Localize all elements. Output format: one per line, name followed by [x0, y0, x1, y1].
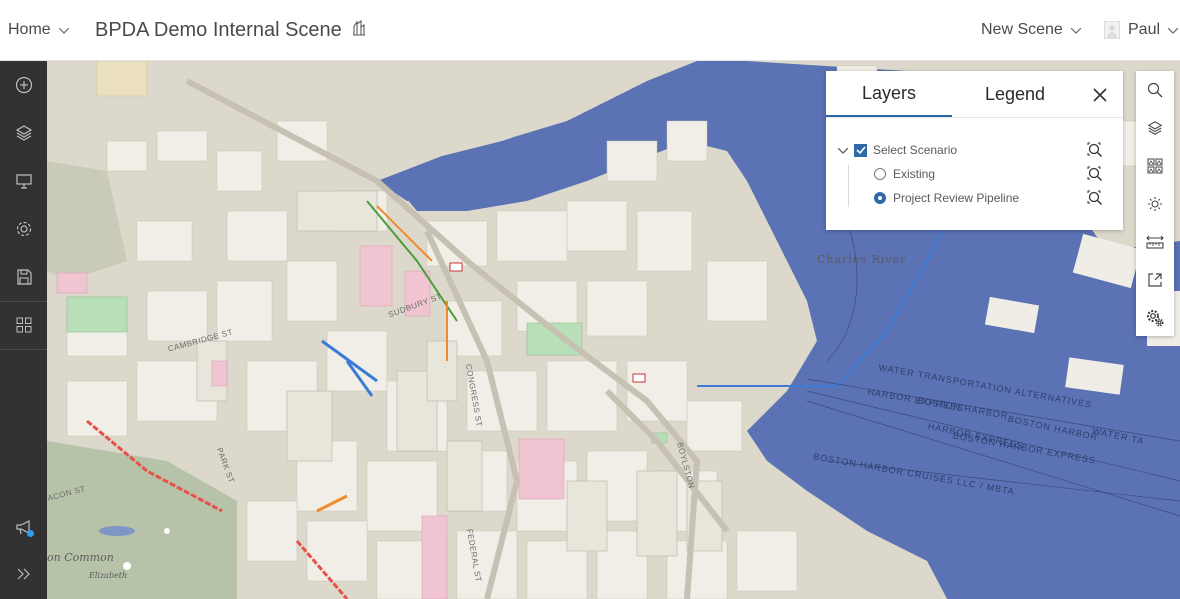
landmark-dot — [123, 562, 131, 570]
radio-existing[interactable] — [874, 168, 886, 180]
zoom-to-layer-button[interactable] — [1087, 190, 1103, 209]
add-button[interactable] — [0, 61, 47, 109]
tab-layers-label: Layers — [861, 82, 917, 103]
group-checkbox[interactable] — [854, 143, 867, 157]
home-label: Home — [8, 21, 51, 38]
station-marker — [449, 262, 463, 272]
presentation-button[interactable] — [0, 157, 47, 205]
tab-layers[interactable]: Layers — [826, 71, 952, 117]
zoom-to-icon — [1087, 190, 1103, 206]
basemap-gallery-button[interactable] — [1136, 147, 1174, 185]
group-label: Select Scenario — [873, 143, 958, 157]
close-panel-button[interactable] — [1088, 83, 1112, 107]
new-scene-dropdown[interactable]: New Scene — [981, 0, 1082, 60]
frog-pond — [99, 526, 135, 536]
charles-river-label: Charles River — [817, 253, 907, 266]
left-rail — [0, 61, 47, 599]
layer-group-row: Select Scenario — [837, 142, 1108, 161]
zoom-to-icon — [1087, 166, 1103, 182]
save-button[interactable] — [0, 253, 47, 301]
daylight-icon — [1148, 197, 1162, 211]
avatar — [1104, 21, 1120, 39]
expand-icon — [17, 568, 30, 580]
layer-list-button[interactable] — [1136, 109, 1174, 147]
search-button[interactable] — [1136, 71, 1174, 109]
user-name: Paul — [1128, 21, 1161, 38]
apps-grid-icon — [16, 317, 31, 333]
layers-panel: Layers Legend Select Scenario Existing P… — [826, 71, 1123, 230]
settings-button[interactable] — [0, 205, 47, 253]
share-button[interactable] — [1136, 261, 1174, 299]
share-icon — [1148, 273, 1162, 287]
layers-icon — [1147, 121, 1163, 135]
rail-divider — [0, 349, 47, 350]
settings-icon — [16, 221, 31, 237]
zoom-to-layer-button[interactable] — [1087, 142, 1103, 161]
measure-icon — [1146, 235, 1164, 249]
tab-legend[interactable]: Legend — [952, 71, 1078, 117]
scene-title-text: BPDA Demo Internal Scene — [95, 18, 342, 41]
settings-icon — [1147, 310, 1164, 327]
daylight-button[interactable] — [1136, 185, 1174, 223]
chevron-down-icon — [58, 21, 70, 39]
home-dropdown[interactable]: Home — [8, 0, 70, 60]
common-label: on Common — [47, 551, 114, 564]
elizabeth-label: Elizabeth — [89, 571, 128, 580]
option-label: Project Review Pipeline — [893, 191, 1020, 205]
chevron-down-icon[interactable] — [837, 143, 849, 157]
building-icon[interactable] — [352, 19, 366, 42]
scenario-option-existing[interactable]: Existing — [874, 166, 1108, 182]
zoom-to-layer-button[interactable] — [1087, 166, 1103, 185]
apps-button[interactable] — [0, 301, 47, 349]
tab-legend-label: Legend — [984, 83, 1046, 104]
zoom-to-icon — [1087, 142, 1103, 158]
add-icon — [15, 76, 32, 94]
notification-dot — [27, 530, 34, 537]
settings-button[interactable] — [1136, 299, 1174, 337]
announcements-button[interactable] — [0, 503, 47, 551]
tab-divider — [826, 117, 1123, 118]
chevron-down-icon — [1167, 21, 1179, 39]
tree-line — [848, 165, 849, 207]
layers-button[interactable] — [0, 109, 47, 157]
expand-rail-button[interactable] — [0, 550, 47, 598]
option-label: Existing — [893, 167, 936, 181]
save-icon — [16, 269, 32, 285]
radio-pipeline[interactable] — [874, 192, 886, 204]
station-marker — [632, 373, 646, 383]
basemap-gallery-icon — [1147, 158, 1163, 174]
presentation-icon — [15, 174, 32, 189]
right-toolbar — [1136, 71, 1174, 336]
landmark-dot — [164, 528, 170, 534]
checkmark-icon — [855, 146, 866, 154]
close-icon — [1093, 88, 1107, 102]
app-header: Home BPDA Demo Internal Scene New Scene … — [0, 0, 1180, 61]
new-scene-label: New Scene — [981, 21, 1063, 38]
measure-button[interactable] — [1136, 223, 1174, 261]
layers-icon — [15, 125, 32, 141]
scenario-option-pipeline[interactable]: Project Review Pipeline — [874, 190, 1108, 206]
search-icon — [1147, 82, 1163, 98]
scene-title: BPDA Demo Internal Scene — [95, 0, 366, 60]
user-menu[interactable]: Paul — [1104, 0, 1179, 60]
chevron-down-icon — [1070, 21, 1082, 39]
